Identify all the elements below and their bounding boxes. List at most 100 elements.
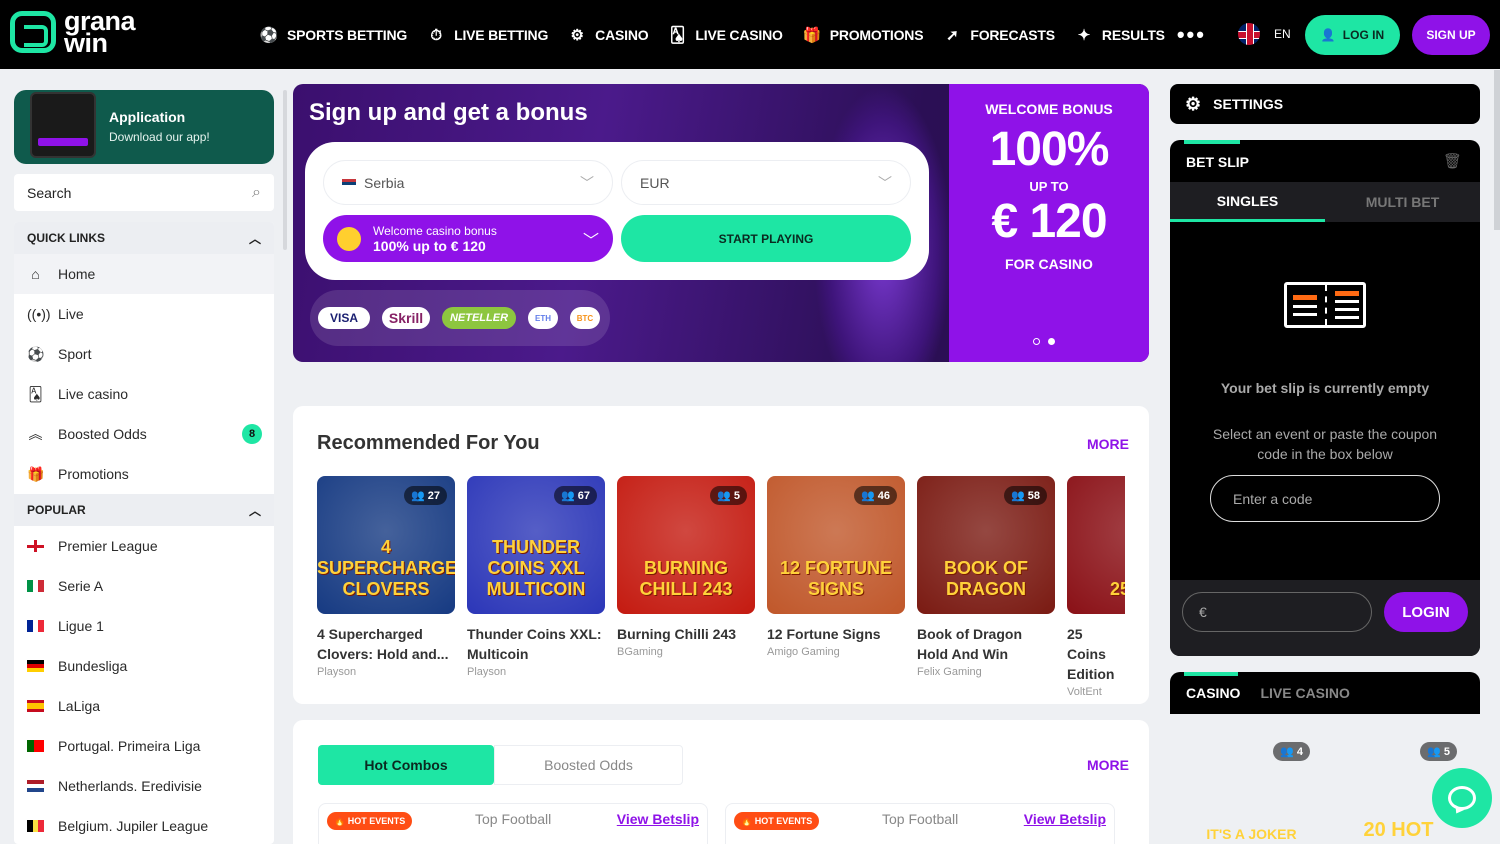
player-count-value: 5 bbox=[1443, 746, 1450, 758]
page-scrollbar[interactable] bbox=[1494, 70, 1500, 230]
bitcoin-icon: BTC bbox=[570, 307, 600, 329]
serbia-flag-icon bbox=[342, 179, 356, 189]
game-thumbnail[interactable]: 👥 5 BURNING CHILLI 243 bbox=[617, 476, 755, 614]
player-count: 👥 5 bbox=[1420, 742, 1457, 761]
signup-button[interactable]: SIGN UP bbox=[1412, 15, 1490, 55]
login-button[interactable]: 👤 LOG IN bbox=[1305, 15, 1400, 55]
game-card[interactable]: 👥 27 4 SUPERCHARGED CLOVERS 4 Supercharge… bbox=[317, 476, 455, 678]
tab-singles[interactable]: SINGLES bbox=[1170, 182, 1325, 222]
player-count-value: 67 bbox=[577, 490, 590, 502]
search-input[interactable]: Search ⌕ bbox=[14, 174, 274, 211]
welcome-title: WELCOME BONUS bbox=[985, 101, 1113, 117]
nav-live-betting[interactable]: ⏱ LIVE BETTING bbox=[427, 26, 548, 44]
sidebar-item-laliga[interactable]: LaLiga bbox=[14, 686, 274, 726]
game-name: 12 Fortune Signs bbox=[767, 626, 881, 642]
bonus-eye-icon bbox=[337, 226, 361, 251]
amount-input[interactable]: € bbox=[1182, 592, 1372, 632]
nav-sports-betting[interactable]: ⚽ SPORTS BETTING bbox=[260, 26, 408, 44]
game-card[interactable]: 👥 67 THUNDER COINS XXL MULTICOIN Thunder … bbox=[467, 476, 605, 678]
nav-label: RESULTS bbox=[1101, 27, 1165, 43]
quick-links-header[interactable]: QUICK LINKS ︿ bbox=[14, 222, 274, 254]
banner-title: Sign up and get a bonus bbox=[309, 99, 588, 126]
sidebar-item-premier-league[interactable]: Premier League bbox=[14, 526, 274, 566]
tab-multi-bet[interactable]: MULTI BET bbox=[1325, 182, 1480, 222]
combo-title: Top Football bbox=[475, 811, 552, 827]
country-select[interactable]: Serbia ﹀ bbox=[323, 160, 613, 205]
chevron-down-icon: ﹀ bbox=[580, 174, 594, 191]
nav-casino[interactable]: ⚙ CASINO bbox=[568, 26, 649, 44]
chat-button[interactable] bbox=[1432, 768, 1492, 828]
trash-icon[interactable]: 🗑 bbox=[1443, 152, 1462, 170]
more-link[interactable]: MORE bbox=[1087, 436, 1129, 452]
card-icon: 🂡 bbox=[28, 385, 43, 402]
sidebar-item-home[interactable]: ⌂ Home bbox=[14, 254, 274, 294]
sidebar-item-label: Home bbox=[58, 266, 96, 282]
card-icon: 🂡 bbox=[669, 27, 685, 44]
carousel-dot[interactable] bbox=[1033, 338, 1040, 345]
nav-results[interactable]: ✦ RESULTS bbox=[1075, 26, 1165, 44]
player-count-value: 46 bbox=[877, 490, 890, 502]
sidebar-item-eredivisie[interactable]: Netherlands. Eredivisie bbox=[14, 766, 274, 806]
game-card[interactable]: 👥 58 BOOK OF DRAGON Book of Dragon Hold A… bbox=[917, 476, 1055, 678]
game-card[interactable]: 25 CO 25 Coins Edition VoltEnt bbox=[1067, 476, 1125, 698]
settings-button[interactable]: ⚙ SETTINGS bbox=[1170, 84, 1480, 124]
game-card[interactable]: 👥 46 12 FORTUNE SIGNS 12 Fortune Signs Am… bbox=[767, 476, 905, 658]
popular-title: POPULAR bbox=[27, 503, 86, 517]
chevron-down-icon: ﹀ bbox=[878, 174, 892, 191]
carousel-dot-active[interactable] bbox=[1048, 338, 1055, 345]
hint-message: Select an event or paste the coupon code… bbox=[1212, 426, 1438, 462]
sidebar-item-jupiler-league[interactable]: Belgium. Jupiler League bbox=[14, 806, 274, 844]
combo-card[interactable]: 🔥 HOT EVENTS Top Football View Betslip bbox=[318, 803, 708, 844]
coupon-code-input[interactable]: Enter a code bbox=[1210, 475, 1440, 522]
tab-casino[interactable]: CASINO bbox=[1186, 685, 1240, 701]
sidebar-item-ligue-1[interactable]: Ligue 1 bbox=[14, 606, 274, 646]
tab-live-casino[interactable]: LIVE CASINO bbox=[1260, 685, 1349, 701]
sidebar-item-serie-a[interactable]: Serie A bbox=[14, 566, 274, 606]
game-thumbnail[interactable]: 25 CO bbox=[1067, 476, 1125, 614]
popular-header[interactable]: POPULAR ︿ bbox=[14, 494, 274, 526]
casino-game-tile[interactable]: 👥 4 IT'S A JOKER bbox=[1185, 728, 1318, 844]
sidebar-item-bundesliga[interactable]: Bundesliga bbox=[14, 646, 274, 686]
game-thumbnail[interactable]: 👥 67 THUNDER COINS XXL MULTICOIN bbox=[467, 476, 605, 614]
tab-boosted-odds[interactable]: Boosted Odds bbox=[494, 745, 683, 785]
player-count: 👥 4 bbox=[1273, 742, 1310, 761]
game-thumbnail[interactable]: 👥 27 4 SUPERCHARGED CLOVERS bbox=[317, 476, 455, 614]
bet-slip-title: BET SLIP bbox=[1186, 154, 1250, 170]
sidebar-item-primeira-liga[interactable]: Portugal. Primeira Liga bbox=[14, 726, 274, 766]
game-name: Burning Chilli 243 bbox=[617, 626, 737, 642]
nav-promotions[interactable]: 🎁 PROMOTIONS bbox=[802, 26, 923, 44]
nav-live-casino[interactable]: 🂡 LIVE CASINO bbox=[668, 26, 783, 44]
sidebar-item-sport[interactable]: ⚽ Sport bbox=[14, 334, 274, 374]
sidebar-item-live-casino[interactable]: 🂡 Live casino bbox=[14, 374, 274, 414]
view-betslip-link[interactable]: View Betslip bbox=[1024, 811, 1106, 827]
game-thumbnail[interactable]: 👥 46 12 FORTUNE SIGNS bbox=[767, 476, 905, 614]
more-menu-button[interactable]: ••• bbox=[1177, 22, 1206, 48]
sidebar-item-promotions[interactable]: 🎁 Promotions bbox=[14, 454, 274, 494]
combo-card[interactable]: 🔥 HOT EVENTS Top Football View Betslip bbox=[725, 803, 1115, 844]
start-playing-button[interactable]: START PLAYING bbox=[621, 215, 911, 262]
sidebar-item-boosted-odds[interactable]: ︽ Boosted Odds 8 bbox=[14, 414, 274, 454]
tab-hot-combos[interactable]: Hot Combos bbox=[318, 745, 494, 785]
betslip-login-button[interactable]: LOGIN bbox=[1384, 592, 1468, 632]
more-link[interactable]: MORE bbox=[1087, 757, 1129, 773]
game-provider: Playson bbox=[467, 666, 507, 678]
game-thumbnail[interactable]: 👥 58 BOOK OF DRAGON bbox=[917, 476, 1055, 614]
language-selector[interactable]: EN bbox=[1238, 23, 1291, 45]
sidebar-scrollbar[interactable] bbox=[283, 90, 287, 250]
logo-mark-icon bbox=[10, 11, 56, 53]
neteller-icon: NETELLER bbox=[442, 307, 516, 329]
badge-label: HOT EVENTS bbox=[347, 816, 406, 826]
search-icon: ⌕ bbox=[252, 183, 261, 201]
currency-select[interactable]: EUR ﹀ bbox=[621, 160, 911, 205]
app-download-card[interactable]: Application Download our app! bbox=[14, 90, 274, 164]
game-provider: Playson bbox=[317, 666, 357, 678]
game-provider: Amigo Gaming bbox=[767, 646, 840, 658]
game-card[interactable]: 👥 5 BURNING CHILLI 243 Burning Chilli 243… bbox=[617, 476, 755, 658]
granawin-logo[interactable]: grana win bbox=[10, 8, 136, 57]
bonus-select[interactable]: Welcome casino bonus 100% up to € 120 ﹀ bbox=[323, 215, 613, 262]
hot-events-badge: 🔥 HOT EVENTS bbox=[327, 812, 413, 830]
nav-forecasts[interactable]: ➚ FORECASTS bbox=[943, 26, 1055, 44]
sidebar-item-live[interactable]: ((•)) Live bbox=[14, 294, 274, 334]
section-title: Recommended For You bbox=[317, 432, 540, 454]
view-betslip-link[interactable]: View Betslip bbox=[617, 811, 699, 827]
